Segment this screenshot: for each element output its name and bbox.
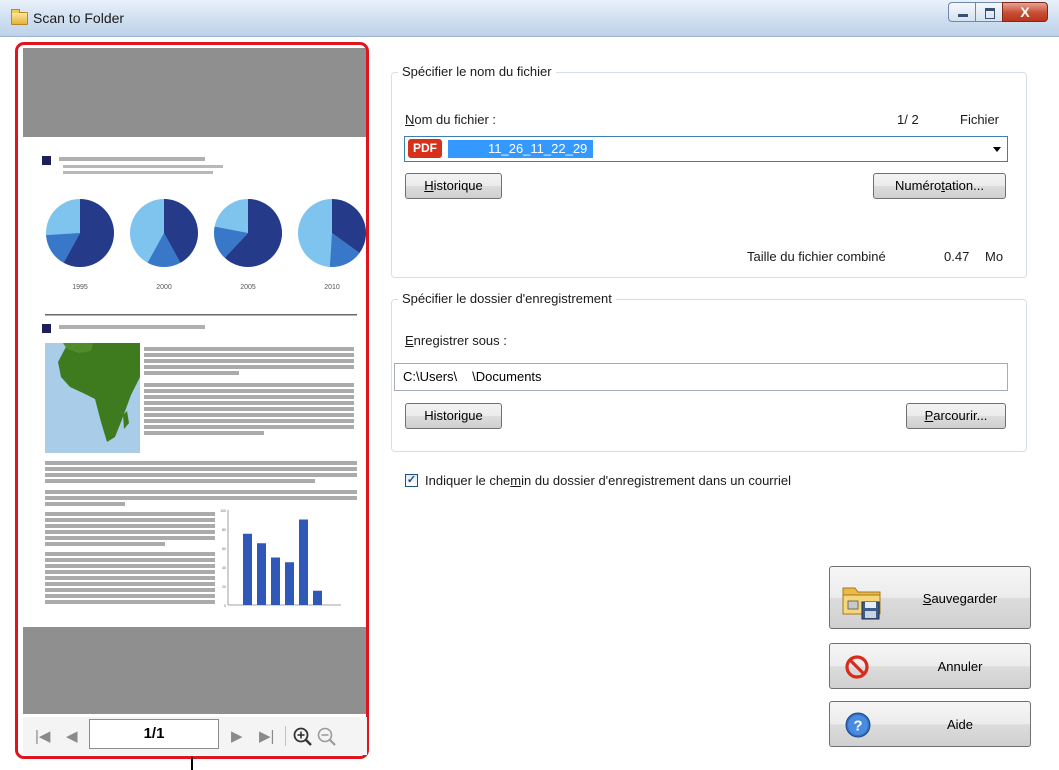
preview-highlight xyxy=(15,42,369,759)
window-controls: X xyxy=(948,2,1048,22)
folder-history-button[interactable]: Historigue xyxy=(405,403,502,429)
toolbar-separator xyxy=(285,726,286,746)
cancel-icon xyxy=(845,655,869,679)
file-name-group-legend: Spécifier le nom du fichier xyxy=(398,64,556,79)
save-to-folder-icon xyxy=(842,587,881,620)
numbering-button[interactable]: Numérotation... xyxy=(873,173,1006,199)
help-icon: ? xyxy=(845,712,871,738)
page-number-field[interactable]: 1/1 xyxy=(89,719,219,749)
help-button-label: Aide xyxy=(946,717,974,732)
save-button[interactable]: Sauvegarder xyxy=(829,566,1031,629)
minimize-button[interactable] xyxy=(948,2,976,22)
save-as-label: Enregistrer sous : xyxy=(405,333,507,348)
zoom-out-icon[interactable] xyxy=(316,726,338,748)
title-bar[interactable]: Scan to Folder X xyxy=(0,0,1059,37)
zoom-in-icon[interactable] xyxy=(292,726,314,748)
file-history-button[interactable]: Historique xyxy=(405,173,502,199)
file-name-value: 11_26_11_22_29 xyxy=(448,140,594,158)
svg-text:?: ? xyxy=(853,718,862,735)
file-count-unit: Fichier xyxy=(960,112,1000,127)
save-path-field[interactable]: C:\Users\ \Documents xyxy=(394,363,1008,391)
combined-size-unit: Mo xyxy=(985,249,1004,264)
email-path-label[interactable]: Indiquer le chemin du dossier d'enregist… xyxy=(425,473,791,488)
last-page-icon[interactable]: ▶| xyxy=(259,729,274,744)
browse-button[interactable]: Parcourir... xyxy=(906,403,1006,429)
combined-size-value: 0.47 xyxy=(944,249,970,264)
help-button[interactable]: ? Aide xyxy=(829,701,1031,747)
save-button-label: Sauvegarder xyxy=(922,591,998,606)
maximize-button[interactable] xyxy=(975,2,1003,22)
folder-icon xyxy=(11,9,28,25)
cancel-button-label: Annuler xyxy=(937,659,983,674)
callout-pointer xyxy=(191,757,193,770)
first-page-icon[interactable]: |◀ xyxy=(35,729,50,744)
combined-size-label: Taille du fichier combiné xyxy=(747,249,886,264)
email-path-checkbox[interactable]: ✓ xyxy=(405,474,418,487)
pdf-format-icon: PDF xyxy=(408,139,442,158)
file-count: 1/ 2 xyxy=(897,112,919,127)
close-icon: X xyxy=(1020,4,1030,20)
next-page-icon[interactable]: ▶ xyxy=(231,729,243,744)
window-title: Scan to Folder xyxy=(33,10,125,26)
chevron-down-icon[interactable] xyxy=(993,147,1001,152)
close-button[interactable]: X xyxy=(1002,2,1048,22)
save-folder-group-legend: Spécifier le dossier d'enregistrement xyxy=(398,291,616,306)
file-name-label: Nom du fichier : xyxy=(405,112,497,127)
minimize-icon xyxy=(958,14,968,17)
cancel-button[interactable]: Annuler xyxy=(829,643,1031,689)
previous-page-icon[interactable]: ◀ xyxy=(66,729,78,744)
file-name-combobox[interactable]: PDF 11_26_11_22_29 xyxy=(404,136,1008,162)
maximize-icon xyxy=(985,8,995,19)
